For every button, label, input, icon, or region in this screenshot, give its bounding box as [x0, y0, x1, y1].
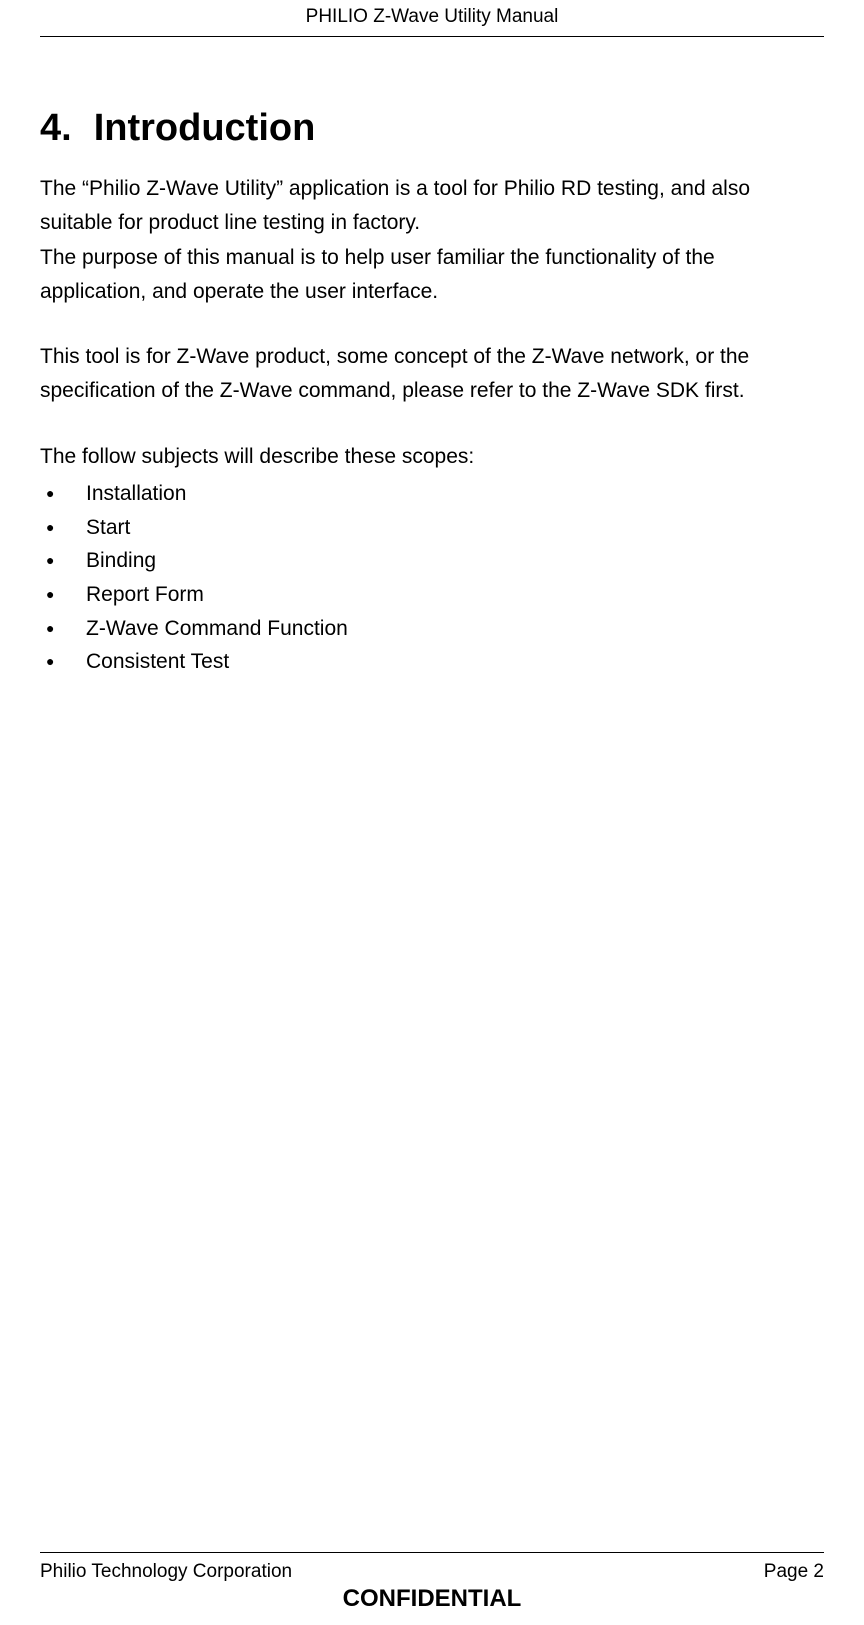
list-item: Installation: [40, 477, 824, 511]
page-header: PHILIO Z-Wave Utility Manual: [40, 0, 824, 37]
paragraph-1: The “Philio Z-Wave Utility” application …: [40, 172, 824, 239]
section-heading: 4. Introduction: [40, 107, 824, 150]
footer-company: Philio Technology Corporation: [40, 1561, 292, 1583]
paragraph-block-1: The “Philio Z-Wave Utility” application …: [40, 172, 824, 308]
list-item: Report Form: [40, 578, 824, 612]
list-item: Start: [40, 511, 824, 545]
section-title: Introduction: [94, 107, 316, 149]
list-item: Binding: [40, 544, 824, 578]
paragraph-2: The purpose of this manual is to help us…: [40, 241, 824, 308]
paragraph-block-2: This tool is for Z-Wave product, some co…: [40, 340, 824, 407]
list-item: Consistent Test: [40, 645, 824, 679]
section-number: 4.: [40, 107, 72, 150]
footer-line: Philio Technology Corporation Page 2: [40, 1553, 824, 1583]
paragraph-4: The follow subjects will describe these …: [40, 440, 824, 474]
list-item: Z-Wave Command Function: [40, 612, 824, 646]
page: PHILIO Z-Wave Utility Manual 4. Introduct…: [0, 0, 864, 1625]
page-footer: Philio Technology Corporation Page 2 CON…: [40, 1548, 824, 1625]
footer-page-number: Page 2: [764, 1561, 824, 1583]
page-content: 4. Introduction The “Philio Z-Wave Utilit…: [40, 37, 824, 1548]
header-title: PHILIO Z-Wave Utility Manual: [306, 6, 559, 27]
scope-list: Installation Start Binding Report Form Z…: [40, 477, 824, 679]
paragraph-3: This tool is for Z-Wave product, some co…: [40, 340, 824, 407]
confidential-label: CONFIDENTIAL: [40, 1585, 824, 1613]
